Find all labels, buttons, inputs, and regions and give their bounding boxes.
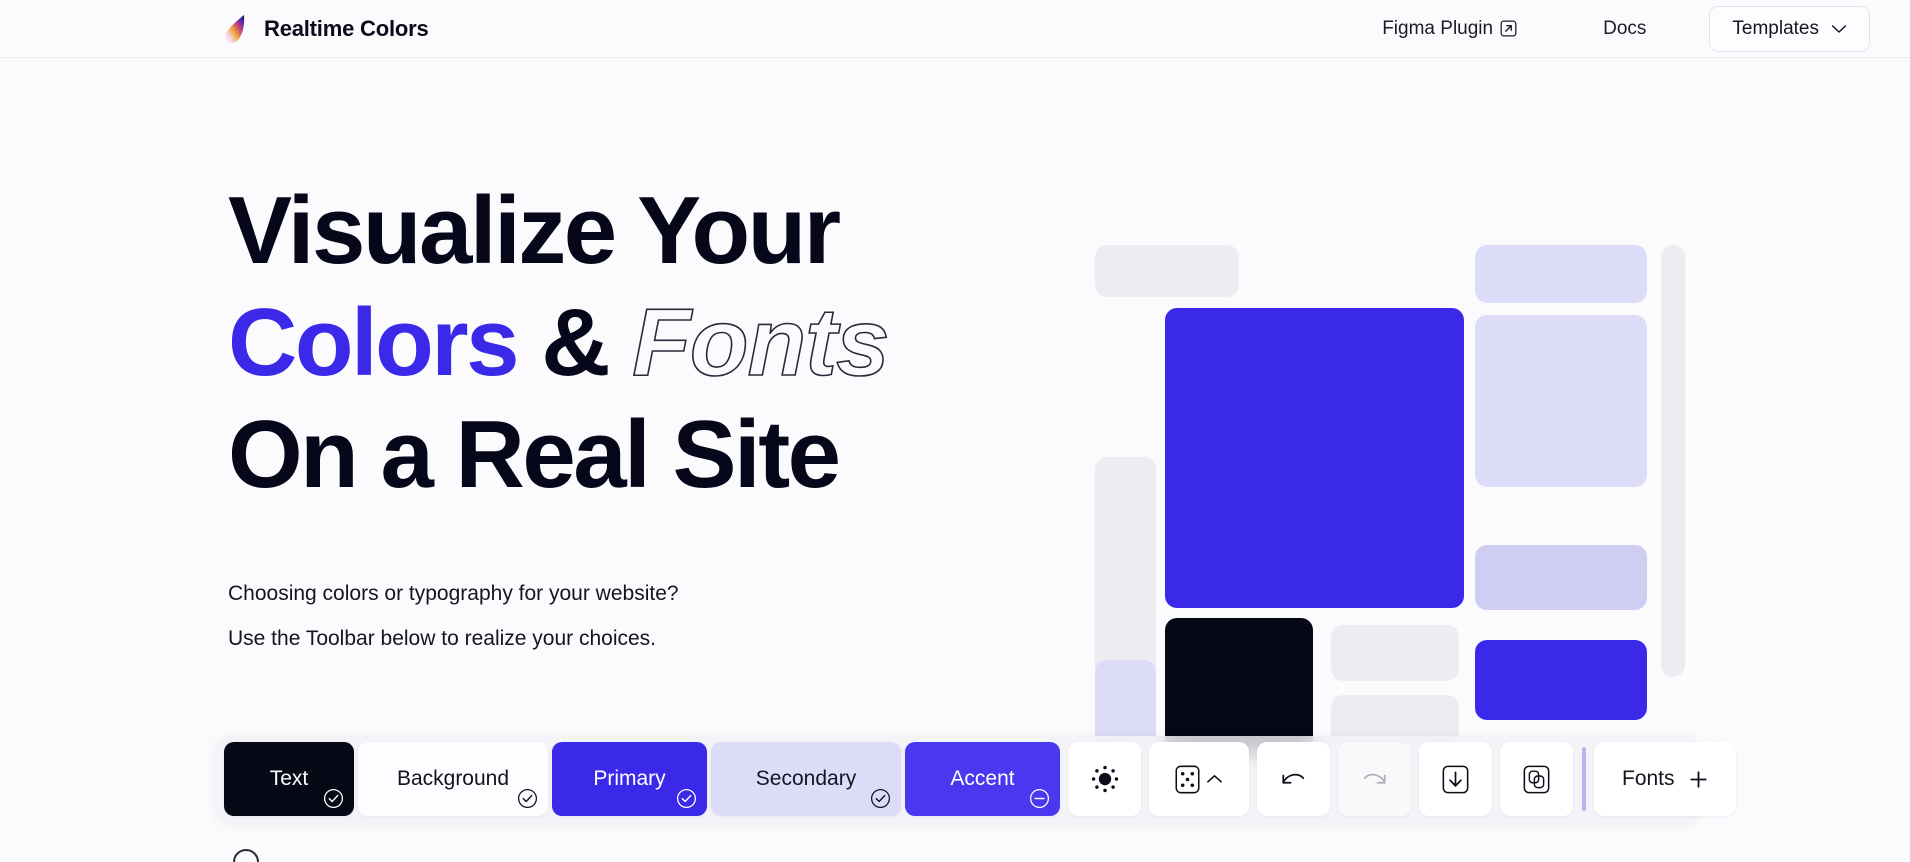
- hero-ampersand: &: [541, 289, 610, 396]
- hero-word-colors: Colors: [228, 289, 520, 396]
- check-circle-icon: [517, 788, 538, 809]
- preview-card: [1661, 245, 1685, 677]
- preview-card: [1095, 660, 1156, 745]
- toolbar-divider: [1582, 747, 1586, 811]
- redo-icon: [1363, 773, 1386, 784]
- nav-figma-plugin[interactable]: Figma Plugin: [1372, 10, 1527, 48]
- site-header: Realtime Colors Figma Plugin Docs Templa…: [0, 0, 1910, 58]
- page-root: Realtime Colors Figma Plugin Docs Templa…: [0, 0, 1910, 862]
- hero-line-3: On a Real Site: [228, 401, 841, 508]
- theme-toggle-button[interactable]: [1068, 742, 1141, 816]
- nav-docs[interactable]: Docs: [1593, 10, 1656, 48]
- undo-button[interactable]: [1257, 742, 1330, 816]
- hero-paragraph-1: Choosing colors or typography for your w…: [228, 582, 679, 605]
- swatch-secondary[interactable]: Secondary: [711, 742, 901, 816]
- swatch-primary[interactable]: Primary: [552, 742, 707, 816]
- copy-link-button[interactable]: [1500, 742, 1573, 816]
- brand-name: Realtime Colors: [264, 15, 429, 41]
- swatch-label: Text: [269, 767, 309, 790]
- preview-card: [1475, 245, 1647, 303]
- hero-heading: Visualize Your Colors & Fonts On a Real …: [228, 175, 928, 511]
- sun-icon: [1091, 765, 1118, 793]
- swatch-label: Background: [396, 767, 510, 790]
- check-circle-icon: [676, 788, 697, 809]
- hero-section: Visualize Your Colors & Fonts On a Real …: [228, 175, 928, 661]
- toolbar-action-group: Fonts: [1060, 736, 1736, 822]
- swatch-accent[interactable]: Accent: [905, 742, 1060, 816]
- brand[interactable]: Realtime Colors: [222, 14, 429, 44]
- minus-circle-icon: [1029, 788, 1050, 809]
- preview-card: [1331, 625, 1459, 681]
- preview-card: [1165, 308, 1464, 608]
- primary-nav: Figma Plugin Docs Templates: [1372, 5, 1870, 52]
- swatch-label: Primary: [593, 767, 666, 790]
- preview-card: [1475, 545, 1647, 610]
- nav-docs-label: Docs: [1603, 17, 1647, 39]
- preview-card: [1095, 245, 1239, 297]
- swatch-label: Accent: [950, 767, 1015, 790]
- fonts-label: Fonts: [1622, 767, 1675, 790]
- download-icon: [1442, 765, 1469, 793]
- hero-word-fonts: Fonts: [631, 288, 890, 397]
- preview-card: [1165, 618, 1313, 754]
- hero-paragraph-2: Use the Toolbar below to realize your ch…: [228, 627, 657, 650]
- preview-card: [1475, 640, 1647, 720]
- check-circle-icon: [870, 788, 891, 809]
- undo-icon: [1282, 773, 1305, 784]
- plus-icon: [1689, 770, 1707, 788]
- chevron-up-icon: [1207, 774, 1222, 783]
- chevron-down-icon: [1831, 24, 1847, 33]
- swatch-background[interactable]: Background: [358, 742, 548, 816]
- templates-dropdown-button[interactable]: Templates: [1709, 5, 1870, 52]
- templates-label: Templates: [1732, 17, 1819, 39]
- fonts-button[interactable]: Fonts: [1594, 742, 1736, 816]
- randomize-button[interactable]: [1149, 742, 1249, 816]
- swatch-text[interactable]: Text: [224, 742, 354, 816]
- scroll-hint-circle-icon: [233, 849, 259, 862]
- color-toolbar: Text Background Primary Secondary Accent Fon…: [216, 736, 1736, 822]
- droplet-gradient-logo: [224, 14, 245, 43]
- color-preview-grid: [1095, 245, 1685, 805]
- redo-button: [1338, 742, 1411, 816]
- hero-subtext: Choosing colors or typography for your w…: [228, 571, 928, 661]
- toolbar-swatch-group: Text Background Primary Secondary Accent: [224, 736, 1060, 822]
- preview-card: [1475, 315, 1647, 487]
- dice-icon: [1175, 765, 1200, 793]
- nav-figma-plugin-label: Figma Plugin: [1382, 17, 1494, 39]
- external-link-icon: [1500, 20, 1517, 37]
- copy-icon: [1523, 765, 1550, 793]
- export-button[interactable]: [1419, 742, 1492, 816]
- swatch-label: Secondary: [755, 767, 857, 790]
- hero-line-1: Visualize Your: [228, 177, 841, 284]
- check-circle-icon: [323, 788, 344, 809]
